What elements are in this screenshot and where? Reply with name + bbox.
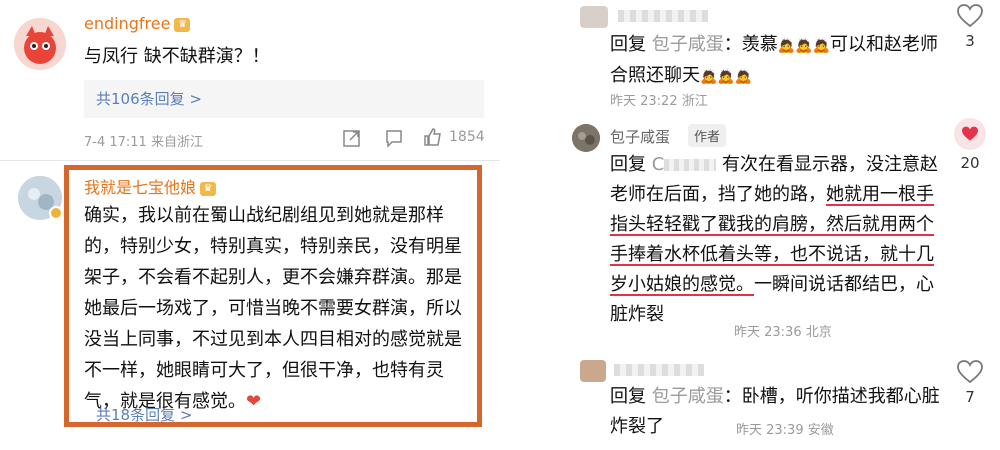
thumbs-up-icon (424, 128, 441, 146)
replies-box[interactable]: 共106条回复 > (84, 80, 484, 118)
avatar-blurred[interactable] (580, 6, 608, 28)
comment-icon[interactable] (384, 128, 404, 152)
comment-meta: 昨天 23:36 北京 (734, 325, 832, 340)
comment-text: 确实，我以前在蜀山战纪剧组见到她就是那样的，特别少女，特别真实，特别亲民，没有明… (84, 205, 462, 412)
username[interactable]: endingfree ♛ (84, 14, 191, 33)
divider (0, 160, 500, 161)
username[interactable]: 我就是七宝他娘 ♛ (84, 174, 217, 198)
avatar[interactable] (14, 18, 66, 70)
like-count: 3 (965, 32, 975, 50)
share-icon[interactable] (342, 128, 362, 152)
reply-target-link[interactable]: 包子咸蛋 (652, 34, 724, 55)
verified-badge-icon (49, 206, 63, 220)
vip-crown-icon: ♛ (200, 181, 217, 196)
right-panel: 回复 包子咸蛋：羡慕🙇🙇🙇可以和赵老师合照还聊天🙇🙇🙇 昨天 23:22 浙江 … (500, 0, 1000, 450)
like-button[interactable]: 1854 (423, 127, 485, 147)
like-count: 7 (965, 388, 975, 406)
mention-blurred[interactable]: C (652, 154, 717, 175)
comment-meta: 7-4 17:11 来自浙江 (84, 135, 203, 150)
avatar-blurred[interactable] (580, 360, 606, 382)
username-blurred (618, 10, 708, 22)
author-comment-text: 回复 C 有次在看显示器，没注意赵老师在后面，挡了她的路，她就用一根手指头轻轻戳… (610, 154, 939, 325)
author-badge: 作者 (688, 124, 727, 147)
comment-text: 与凤行 缺不缺群演？！ (84, 46, 270, 67)
left-panel: endingfree ♛ 与凤行 缺不缺群演？！ 共106条回复 > 7-4 17… (0, 0, 500, 450)
heart-outline-icon (957, 4, 983, 28)
emoji-group-icon: 🙇🙇🙇 (777, 38, 831, 54)
heart-outline-icon (957, 360, 983, 384)
comment-meta: 昨天 23:39 安徽 (736, 423, 834, 438)
username-blurred (614, 364, 704, 376)
vip-crown-icon: ♛ (174, 17, 191, 32)
heart-emoji-icon: ❤ (246, 391, 262, 412)
like-button[interactable]: 3 (954, 4, 986, 50)
like-button[interactable]: 7 (954, 360, 986, 406)
like-button-active[interactable]: 20 (952, 118, 988, 172)
emoji-group-icon: 🙇🙇🙇 (700, 69, 753, 85)
like-count: 1854 (449, 129, 485, 145)
username[interactable]: 包子咸蛋 (610, 126, 670, 147)
reply-target-link[interactable]: 包子咸蛋 (652, 386, 724, 407)
liked-heart-icon (954, 118, 986, 150)
replies-link[interactable]: 共106条回复 > (96, 88, 202, 109)
reply-text: 回复 包子咸蛋：羡慕🙇🙇🙇可以和赵老师合照还聊天🙇🙇🙇 (610, 34, 939, 86)
replies-link[interactable]: 共18条回复 > (96, 404, 192, 425)
comment-meta: 昨天 23:22 浙江 (610, 94, 708, 109)
like-count: 20 (960, 154, 980, 172)
avatar[interactable] (572, 124, 600, 152)
